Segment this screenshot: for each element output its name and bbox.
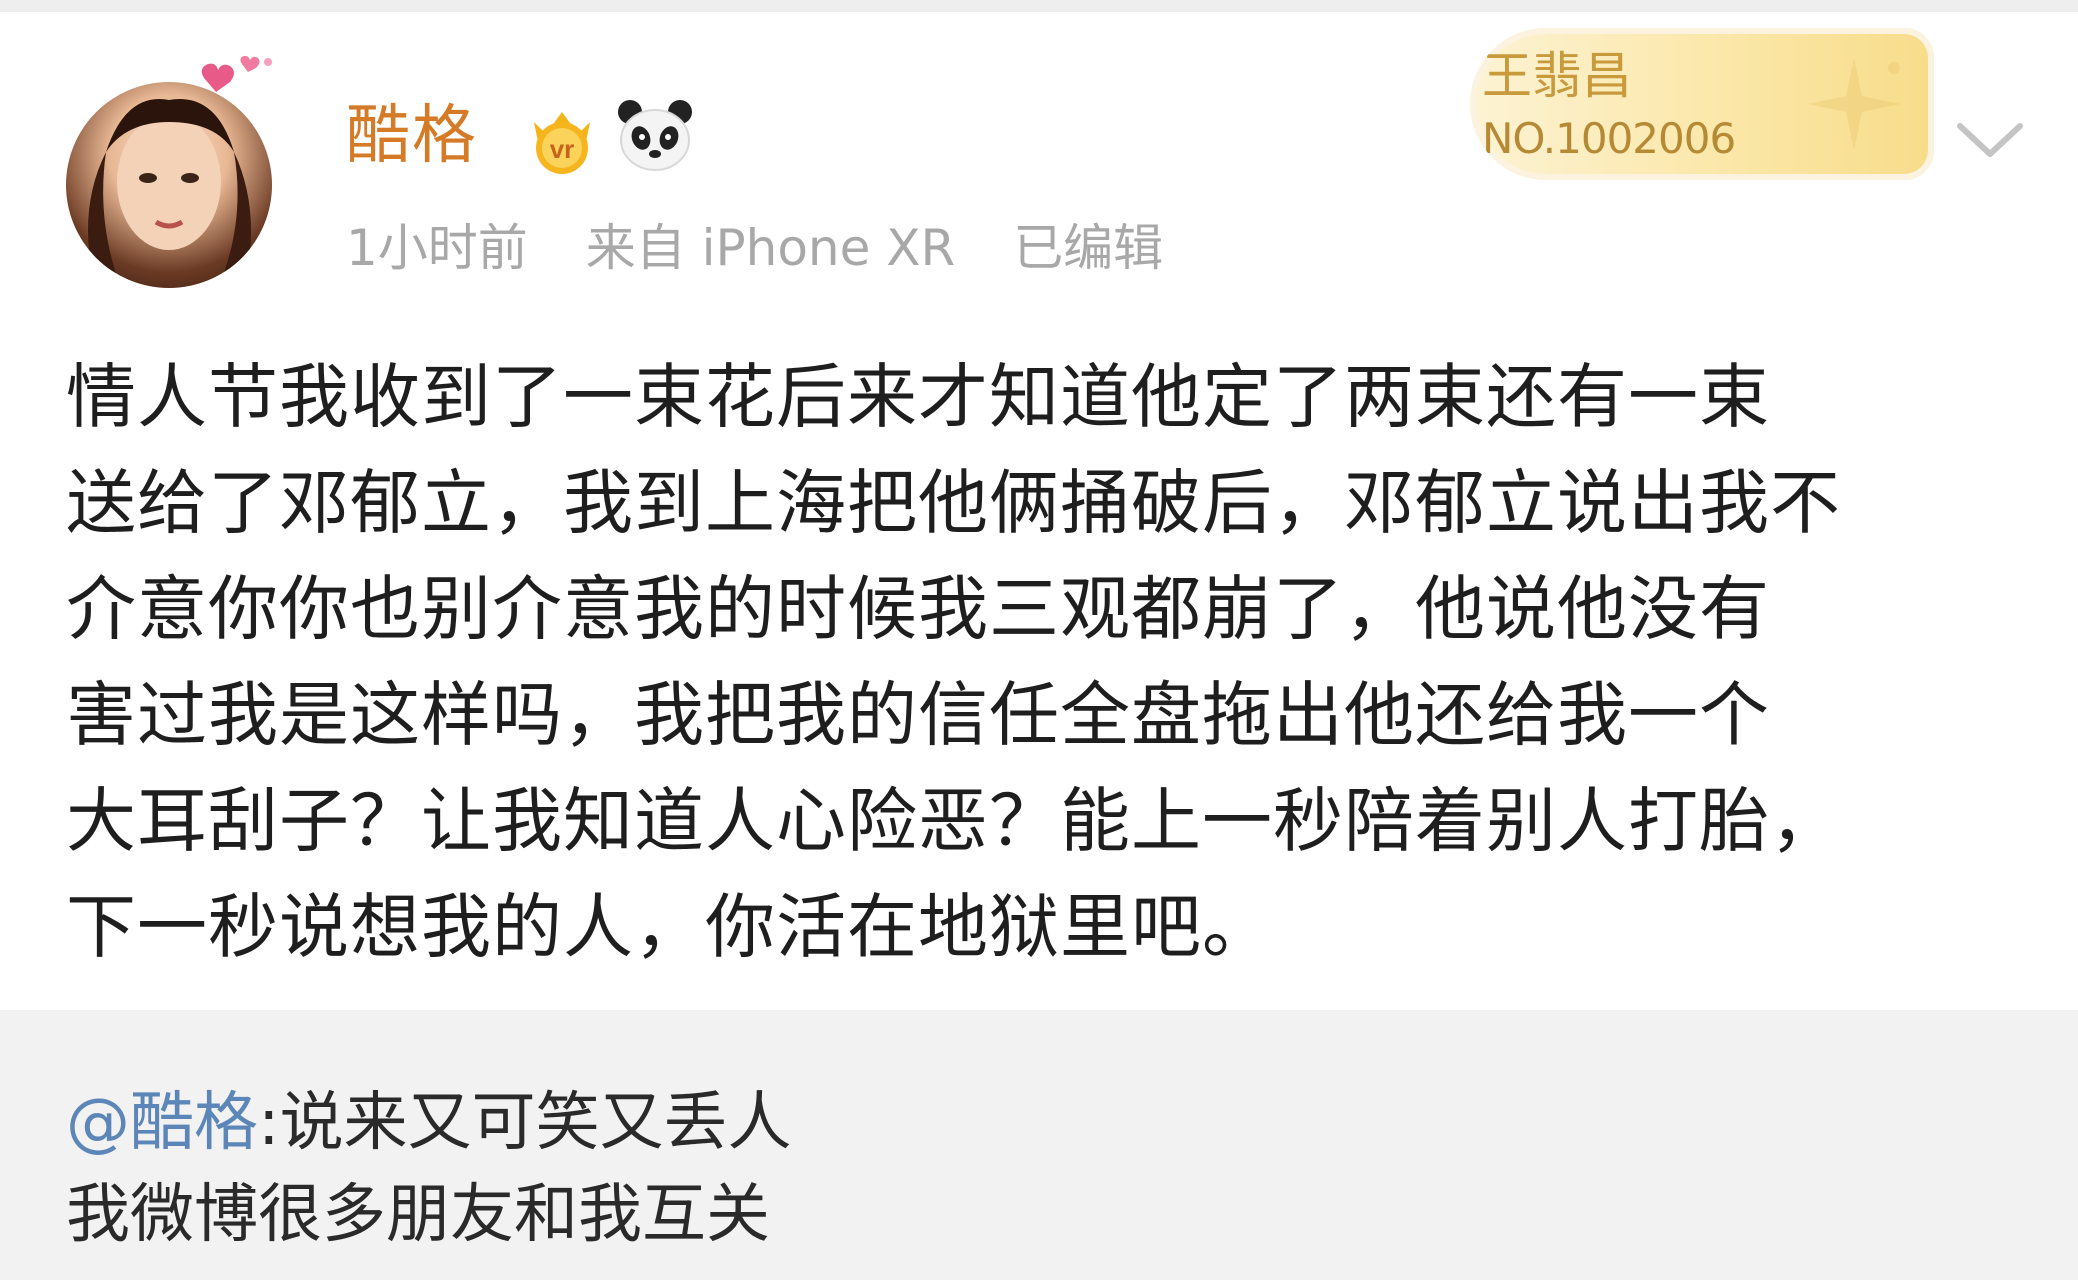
post-line: 情人节我收到了一束花后来才知道他定了两束还有一束: [66, 356, 1770, 438]
repost-line: 我微博很多朋友和我互关: [66, 1178, 770, 1252]
top-divider: [0, 0, 2078, 12]
panda-icon: [618, 100, 692, 171]
fan-card-number: NO.1002006: [1482, 114, 1736, 163]
post-line: 下一秒说想我的人，你活在地狱里吧。: [66, 886, 1273, 968]
svg-text:vr: vr: [550, 134, 575, 164]
mention-link[interactable]: @酷格: [66, 1086, 258, 1160]
sparkle-icon: [1808, 58, 1900, 150]
edited-label[interactable]: 已编辑: [1013, 219, 1163, 277]
timestamp: 1小时前: [346, 219, 528, 277]
username[interactable]: 酷格: [346, 96, 478, 176]
post-line: 介意你你也别介意我的时候我三观都崩了，他说他没有: [66, 568, 1770, 650]
post-line: 大耳刮子？让我知道人心险恶？能上一秒陪着别人打胎，: [66, 780, 1841, 862]
post-source: 来自 iPhone XR: [585, 219, 956, 277]
fan-card-name: 王翡昌: [1482, 47, 1632, 105]
fan-badge-card[interactable]: 王翡昌 NO.1002006: [1470, 28, 1934, 180]
post-line: 送给了邓郁立，我到上海把他俩捅破后，邓郁立说出我不: [66, 462, 1841, 544]
avatar[interactable]: [66, 82, 272, 288]
vip-crown-icon[interactable]: vr: [520, 98, 604, 176]
heart-decoration-icon: [201, 55, 272, 92]
post-line: 害过我是这样吗，我把我的信任全盘拖出他还给我一个: [66, 674, 1770, 756]
weibo-post-card: 酷格 vr 1小时前 来自 iPhone XR 已编辑 王翡昌 NO.10020…: [0, 0, 2078, 1010]
post-meta: 1小时前 来自 iPhone XR 已编辑: [346, 218, 1205, 278]
post-body: 情人节我收到了一束花后来才知道他定了两束还有一束 送给了邓郁立，我到上海把他俩捅…: [66, 344, 2026, 980]
repost-text: :说来又可笑又丢人: [258, 1086, 792, 1160]
reposted-content[interactable]: @酷格:说来又可笑又丢人 我微博很多朋友和我互关: [0, 1010, 2078, 1280]
avatar-portrait-icon: [88, 99, 252, 288]
chevron-down-icon[interactable]: [1950, 110, 2030, 170]
repost-line: @酷格:说来又可笑又丢人: [66, 1080, 792, 1166]
